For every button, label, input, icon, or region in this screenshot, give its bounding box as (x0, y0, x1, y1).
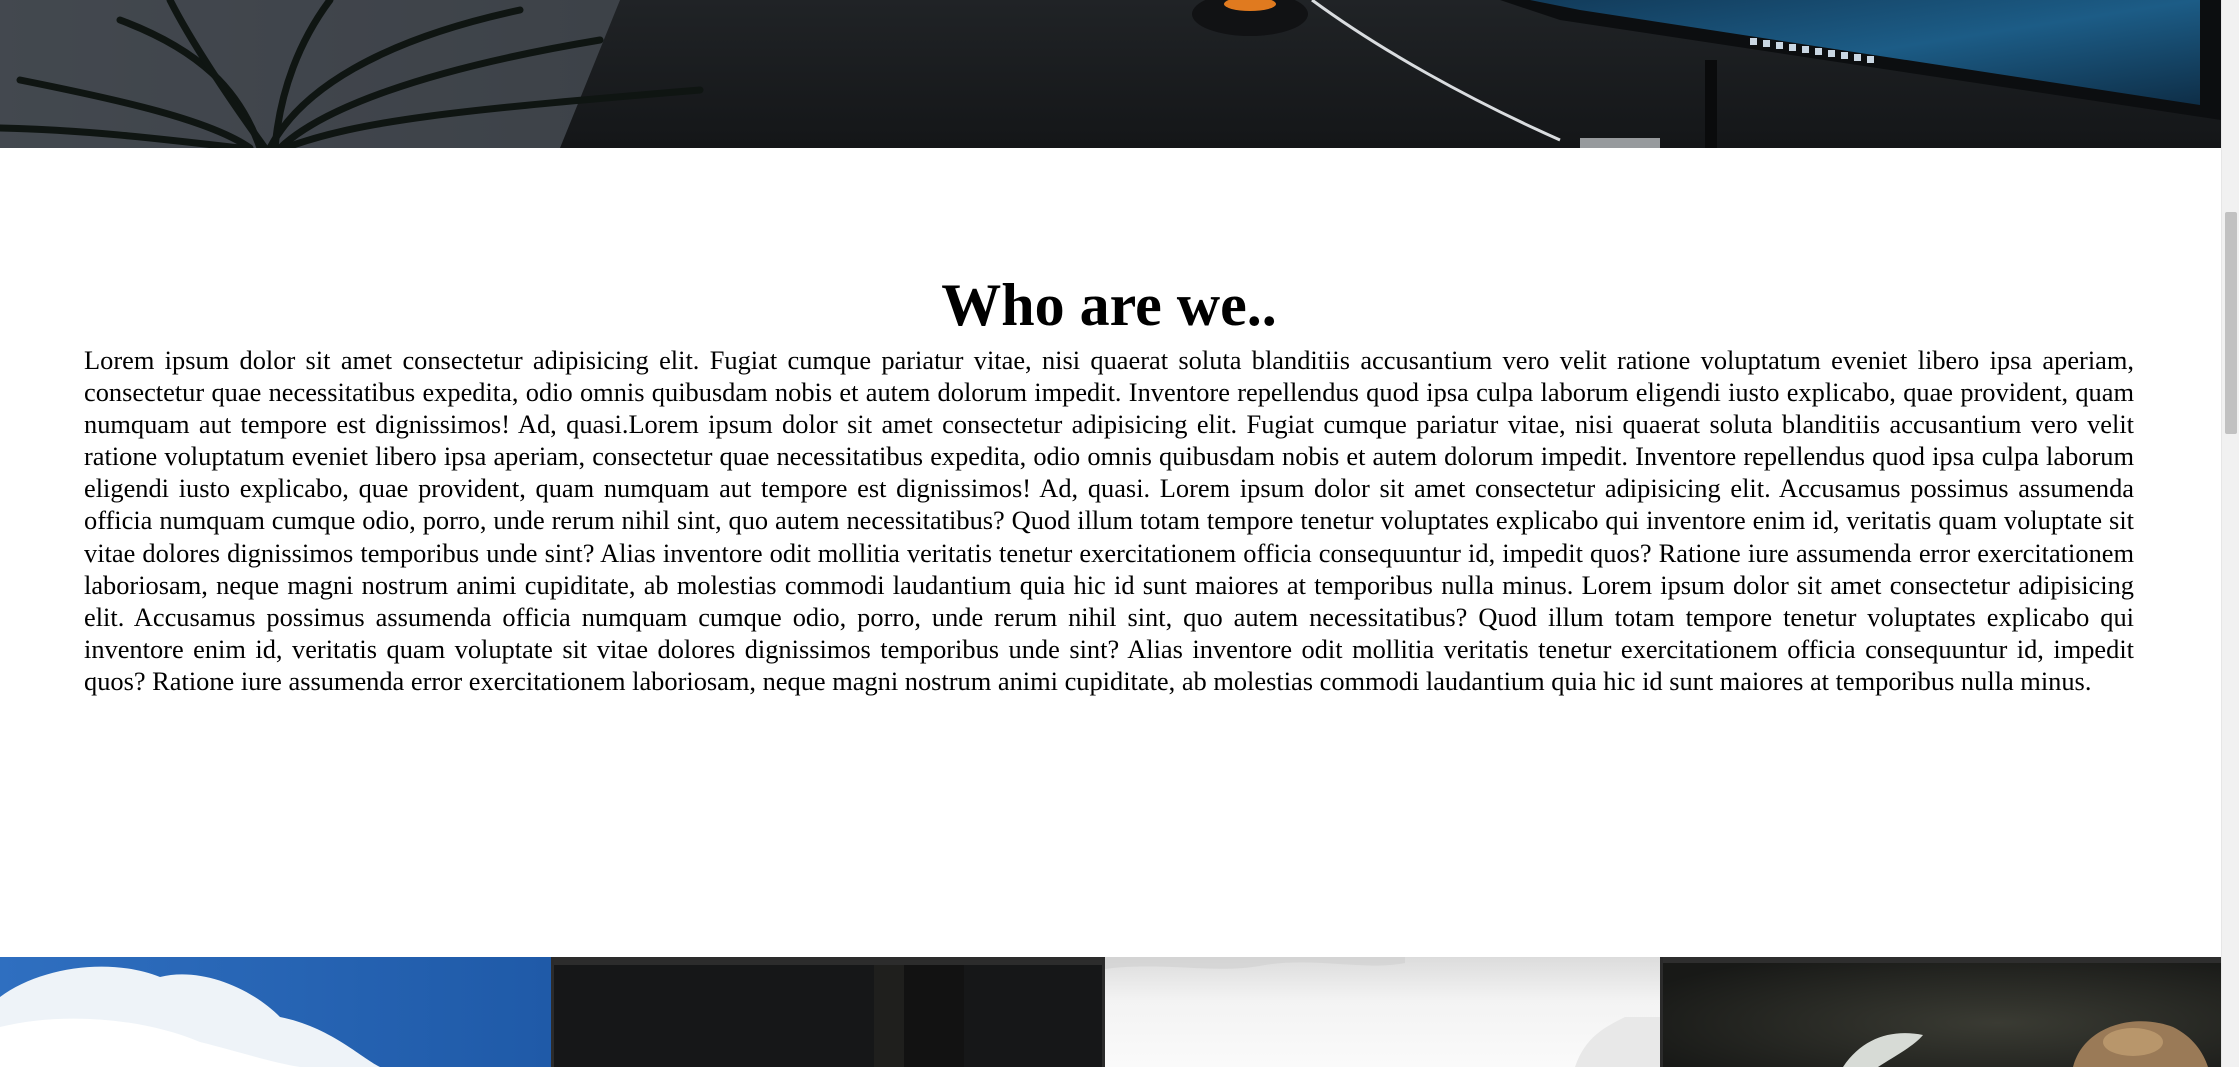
gallery-strip (0, 957, 2221, 1067)
hero-photo-graphic (0, 0, 2221, 148)
gallery-tile-white[interactable] (1105, 957, 1660, 1067)
gallery-tile-object[interactable] (1660, 957, 2221, 1067)
sky-clouds-image (0, 957, 551, 1067)
gallery-tile-dark[interactable] (551, 957, 1105, 1067)
page-viewport: Who are we.. Lorem ipsum dolor sit amet … (0, 0, 2221, 1067)
about-paragraph: Lorem ipsum dolor sit amet consectetur a… (84, 345, 2134, 696)
gallery-tile-sky[interactable] (0, 957, 551, 1067)
about-heading: Who are we.. (941, 272, 1277, 338)
scrollbar-thumb[interactable] (2225, 212, 2237, 434)
about-section: Who are we.. Lorem ipsum dolor sit amet … (84, 268, 2134, 697)
page: Who are we.. Lorem ipsum dolor sit amet … (0, 0, 2239, 1067)
vertical-scrollbar[interactable] (2221, 0, 2239, 1067)
hero-image (0, 0, 2221, 148)
dark-image (554, 957, 1102, 1067)
white-misty-image (1105, 957, 1660, 1067)
dark-object-image (1663, 957, 2221, 1067)
